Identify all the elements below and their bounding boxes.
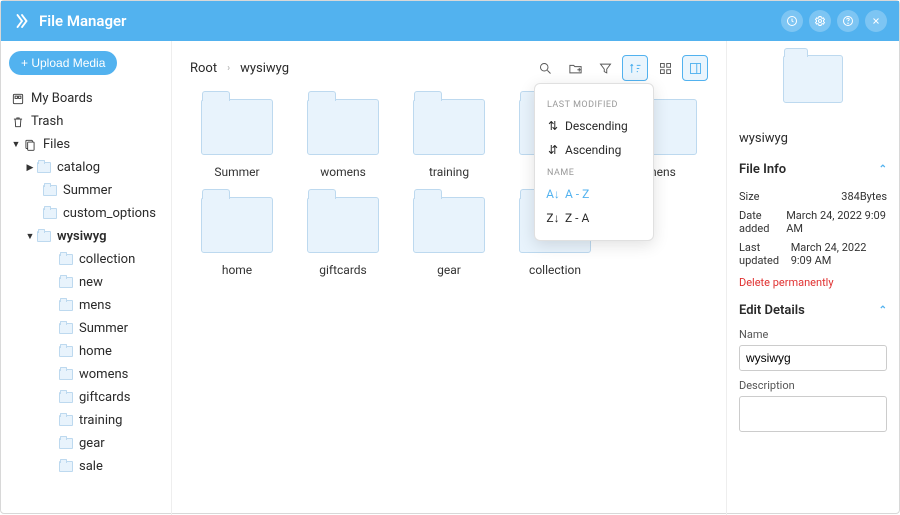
folder-icon [37, 162, 51, 173]
description-input[interactable] [739, 396, 887, 432]
sort-az[interactable]: A↓A - Z [547, 182, 641, 206]
tree-item-summer[interactable]: Summer [9, 179, 163, 202]
folder-home[interactable]: home [190, 197, 284, 277]
tree-item-custom-options[interactable]: custom_options [9, 202, 163, 225]
breadcrumb: Root › wysiwyg [190, 61, 289, 76]
sort-section-name: NAME [547, 168, 641, 178]
folder-icon [307, 197, 379, 253]
folder-icon [307, 99, 379, 155]
folder-training[interactable]: training [402, 99, 496, 179]
tree-item-wysiwyg[interactable]: ▼wysiwyg [9, 225, 163, 248]
folder-icon [59, 392, 73, 403]
details-panel: wysiwyg File Info⌃ Size384Bytes Date add… [727, 41, 899, 515]
folder-icon [413, 197, 485, 253]
info-last-updated: Last updatedMarch 24, 2022 9:09 AM [739, 238, 887, 270]
folder-giftcards[interactable]: giftcards [296, 197, 390, 277]
sort-asc-icon: ⇵ [547, 143, 559, 157]
settings-icon[interactable] [809, 10, 831, 32]
folder-icon [201, 99, 273, 155]
sort-za[interactable]: Z↓Z - A [547, 206, 641, 230]
folder-icon [59, 415, 73, 426]
folder-icon [37, 231, 51, 242]
chevron-right-icon: ▶ [25, 163, 35, 173]
info-size: Size384Bytes [739, 187, 887, 206]
app-title: File Manager [39, 12, 126, 30]
tree-item-gear[interactable]: gear [9, 432, 163, 455]
tree-item-home[interactable]: home [9, 340, 163, 363]
folder-icon [201, 197, 273, 253]
folder-summer[interactable]: Summer [190, 99, 284, 179]
info-date-added: Date addedMarch 24, 2022 9:09 AM [739, 206, 887, 238]
tree-item-catalog[interactable]: ▶catalog [9, 156, 163, 179]
folder-icon [43, 208, 57, 219]
sort-dropdown: LAST MODIFIED ⇅Descending ⇵Ascending NAM… [534, 83, 654, 241]
grid-view-icon[interactable] [652, 55, 678, 81]
delete-permanently-link[interactable]: Delete permanently [739, 270, 887, 303]
sort-descending[interactable]: ⇅Descending [547, 114, 641, 138]
sidebar-trash[interactable]: Trash [9, 110, 163, 133]
tree-item-collection[interactable]: collection [9, 248, 163, 271]
folder-icon [59, 346, 73, 357]
folder-icon [59, 438, 73, 449]
toolbar [532, 55, 708, 81]
sort-section-modified: LAST MODIFIED [547, 100, 641, 110]
description-field-label: Description [739, 379, 887, 392]
details-preview [739, 55, 887, 113]
sidebar-my-boards[interactable]: My Boards [9, 87, 163, 110]
history-icon[interactable] [781, 10, 803, 32]
close-icon[interactable] [865, 10, 887, 32]
sort-icon[interactable] [622, 55, 648, 81]
folder-icon [59, 300, 73, 311]
sort-za-icon: Z↓ [547, 211, 559, 225]
tree-item-new[interactable]: new [9, 271, 163, 294]
upload-media-button[interactable]: + Upload Media [9, 51, 117, 75]
new-folder-icon[interactable] [562, 55, 588, 81]
tree-item-womens[interactable]: womens [9, 363, 163, 386]
folder-icon [59, 277, 73, 288]
tree-item-mens[interactable]: mens [9, 294, 163, 317]
sort-az-icon: A↓ [547, 187, 559, 201]
boards-icon [11, 92, 25, 106]
sidebar-files[interactable]: ▼Files [9, 133, 163, 156]
chevron-up-icon: ⌃ [879, 305, 887, 316]
details-panel-icon[interactable] [682, 55, 708, 81]
name-field-label: Name [739, 328, 887, 341]
folder-icon [59, 461, 73, 472]
folder-womens[interactable]: womens [296, 99, 390, 179]
chevron-down-icon: ▼ [11, 139, 21, 150]
file-info-header[interactable]: File Info⌃ [739, 162, 887, 177]
breadcrumb-root[interactable]: Root [190, 61, 217, 76]
app-logo-icon [13, 12, 31, 30]
tree-item-giftcards[interactable]: giftcards [9, 386, 163, 409]
files-icon [23, 138, 37, 152]
chevron-down-icon: ▼ [25, 231, 35, 242]
chevron-up-icon: ⌃ [879, 164, 887, 175]
folder-icon [413, 99, 485, 155]
folder-icon [43, 185, 57, 196]
sidebar: + Upload Media My Boards Trash ▼Files ▶c… [1, 41, 171, 515]
name-input[interactable] [739, 345, 887, 371]
folder-icon [59, 323, 73, 334]
tree-item-sale[interactable]: sale [9, 455, 163, 478]
tree-item-training[interactable]: training [9, 409, 163, 432]
trash-icon [11, 115, 25, 129]
tree-item-summer[interactable]: Summer [9, 317, 163, 340]
content-area: Root › wysiwyg LAST MODIFIED ⇅Descending… [171, 41, 727, 515]
folder-icon [59, 369, 73, 380]
details-name: wysiwyg [739, 131, 887, 146]
chevron-right-icon: › [227, 63, 230, 74]
sort-desc-icon: ⇅ [547, 119, 559, 133]
app-header: File Manager [1, 1, 899, 41]
sort-ascending[interactable]: ⇵Ascending [547, 138, 641, 162]
folder-gear[interactable]: gear [402, 197, 496, 277]
filter-icon[interactable] [592, 55, 618, 81]
help-icon[interactable] [837, 10, 859, 32]
edit-details-header[interactable]: Edit Details⌃ [739, 303, 887, 318]
folder-icon [59, 254, 73, 265]
breadcrumb-current: wysiwyg [240, 61, 289, 76]
search-icon[interactable] [532, 55, 558, 81]
folder-icon [783, 55, 843, 103]
